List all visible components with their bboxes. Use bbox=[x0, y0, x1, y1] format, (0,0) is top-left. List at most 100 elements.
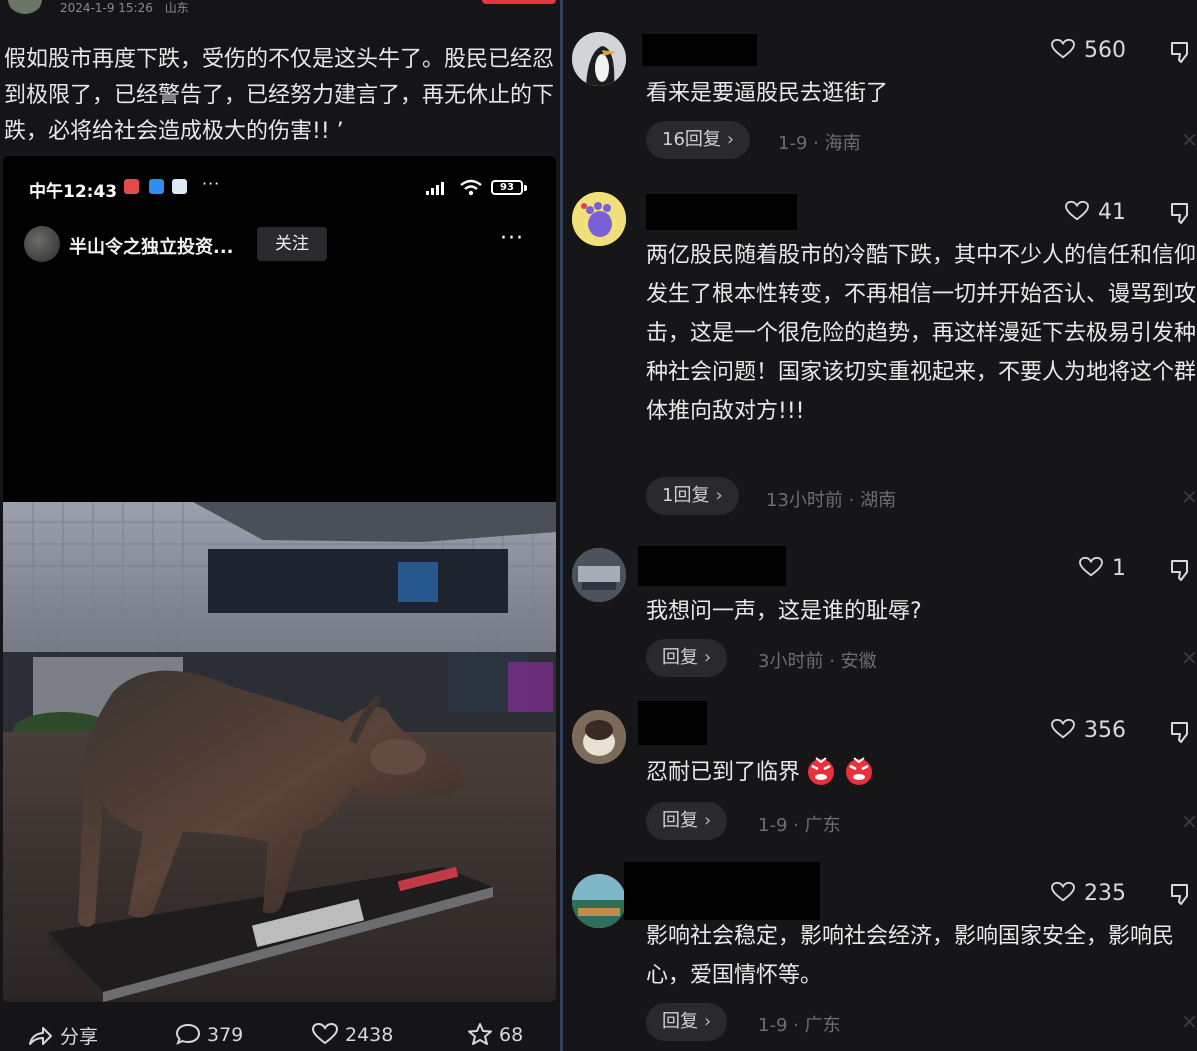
comment-like-button[interactable]: 41 bbox=[1064, 200, 1126, 225]
close-icon[interactable]: ✕ bbox=[1181, 646, 1197, 670]
heart-icon bbox=[311, 1022, 339, 1045]
comment-meta: 3小时前 · 安徽 bbox=[758, 647, 877, 673]
dislike-icon[interactable] bbox=[1169, 40, 1195, 64]
share-label: 分享 bbox=[60, 1026, 99, 1048]
redacted-username bbox=[642, 34, 757, 66]
heart-icon bbox=[1051, 38, 1075, 59]
light-app-icon bbox=[172, 179, 187, 194]
reply-button[interactable]: 1回复 › bbox=[646, 477, 739, 515]
close-icon[interactable]: ✕ bbox=[1181, 128, 1197, 152]
chevron-right-icon: › bbox=[726, 129, 735, 150]
comment-like-count: 356 bbox=[1084, 718, 1126, 743]
follow-author-button[interactable] bbox=[482, 0, 556, 4]
more-options-icon[interactable]: ··· bbox=[500, 226, 524, 251]
comment-text: 忍耐已到了临界 bbox=[646, 753, 1197, 792]
redacted-username bbox=[624, 862, 820, 920]
comments-pane: 560 看来是要逼股民去逛街了 16回复 › 1-9 · 海南 ✕ 41 两亿股民… bbox=[563, 0, 1197, 1051]
comment-like-button[interactable]: 356 bbox=[1050, 718, 1126, 743]
comment-location: 安徽 bbox=[840, 651, 877, 672]
favorite-button[interactable]: 68 bbox=[467, 1022, 523, 1046]
commenter-avatar[interactable] bbox=[572, 32, 626, 86]
share-icon bbox=[29, 1027, 52, 1045]
reply-button[interactable]: 回复 › bbox=[646, 802, 728, 840]
chevron-right-icon: › bbox=[704, 647, 712, 668]
dislike-icon[interactable] bbox=[1169, 558, 1195, 582]
meta-separator: · bbox=[848, 490, 855, 511]
comment-location: 湖南 bbox=[860, 490, 897, 511]
close-icon[interactable]: ✕ bbox=[1181, 485, 1197, 509]
embedded-screenshot[interactable]: 中午12:43 ··· 93 半山令之独立投资... 关注 ··· bbox=[3, 156, 556, 1002]
like-button[interactable]: 2438 bbox=[311, 1022, 393, 1046]
comment-like-count: 560 bbox=[1084, 38, 1126, 63]
comment-meta: 13小时前 · 湖南 bbox=[766, 486, 896, 512]
close-icon[interactable]: ✕ bbox=[1181, 1010, 1197, 1034]
battery-icon: 93 bbox=[491, 180, 523, 195]
author-avatar[interactable] bbox=[8, 0, 42, 14]
post-location: 山东 bbox=[164, 1, 189, 15]
comment-button[interactable]: 379 bbox=[175, 1022, 243, 1046]
post-pane: 2024-1-9 15:26 山东 假如股市再度下跌，受伤的不仅是这头牛了。股民… bbox=[0, 0, 560, 1051]
commenter-avatar[interactable] bbox=[572, 192, 626, 246]
post-header: 2024-1-9 15:26 山东 bbox=[0, 0, 560, 16]
reply-label: 16回复 bbox=[662, 129, 721, 150]
meta-separator: · bbox=[829, 651, 835, 672]
comment-text-content: 忍耐已到了临界 bbox=[646, 760, 801, 785]
comment-count: 379 bbox=[207, 1024, 244, 1046]
reply-button[interactable]: 16回复 › bbox=[646, 121, 751, 159]
comment-like-button[interactable]: 560 bbox=[1050, 38, 1126, 63]
angry-emoji-icon bbox=[808, 757, 835, 785]
reply-label: 回复 bbox=[662, 647, 698, 668]
commenter-avatar[interactable] bbox=[572, 710, 626, 764]
comment-meta: 1-9 · 广东 bbox=[758, 1011, 841, 1037]
account-name[interactable]: 半山令之独立投资... bbox=[69, 233, 234, 259]
battery-tip bbox=[524, 185, 527, 191]
status-time: 中午12:43 bbox=[29, 182, 118, 202]
reply-label: 回复 bbox=[662, 810, 698, 831]
reply-button[interactable]: 回复 › bbox=[646, 639, 728, 677]
comment-date: 1-9 bbox=[778, 133, 808, 154]
comment-like-count: 41 bbox=[1098, 200, 1126, 225]
follow-button[interactable]: 关注 bbox=[257, 227, 327, 261]
dislike-icon[interactable] bbox=[1169, 720, 1195, 744]
status-more-icon: ··· bbox=[202, 174, 221, 193]
share-button[interactable]: 分享 bbox=[26, 1022, 98, 1049]
close-icon[interactable]: ✕ bbox=[1181, 810, 1197, 834]
post-date: 2024-1-9 15:26 bbox=[60, 1, 153, 15]
wifi-icon bbox=[460, 179, 482, 196]
comment-like-button[interactable]: 1 bbox=[1078, 556, 1126, 581]
redacted-username bbox=[638, 701, 707, 745]
comment-location: 广东 bbox=[804, 1015, 841, 1036]
post-body: 假如股市再度下跌，受伤的不仅是这头牛了。股民已经忍到极限了，已经警告了，已经努力… bbox=[4, 47, 555, 144]
bull-statue-photo bbox=[3, 502, 556, 1002]
comment-like-count: 235 bbox=[1084, 881, 1126, 906]
comment-text: 我想问一声，这是谁的耻辱? bbox=[646, 599, 922, 624]
dislike-icon[interactable] bbox=[1169, 201, 1195, 225]
heart-icon bbox=[1051, 718, 1075, 739]
commenter-avatar[interactable] bbox=[572, 548, 626, 602]
redacted-username bbox=[646, 194, 797, 230]
chevron-right-icon: › bbox=[704, 810, 712, 831]
comment-like-button[interactable]: 235 bbox=[1050, 881, 1126, 906]
account-avatar[interactable] bbox=[24, 226, 60, 262]
comment-location: 海南 bbox=[824, 133, 861, 154]
comment-icon bbox=[175, 1023, 201, 1045]
like-count: 2438 bbox=[345, 1024, 394, 1046]
comment-text: 两亿股民随着股市的冷酷下跌，其中不少人的信任和信仰发生了根本性转变，不再相信一切… bbox=[646, 243, 1197, 424]
angry-emoji-icon bbox=[846, 757, 873, 785]
post-meta: 2024-1-9 15:26 山东 bbox=[60, 0, 189, 16]
meta-separator: · bbox=[813, 133, 819, 154]
comment-date: 13小时前 bbox=[766, 490, 843, 511]
dislike-icon[interactable] bbox=[1169, 882, 1195, 906]
reply-button[interactable]: 回复 › bbox=[646, 1003, 728, 1041]
heart-icon bbox=[1051, 881, 1075, 902]
comment-text: 看来是要逼股民去逛街了 bbox=[646, 81, 889, 106]
comment-meta: 1-9 · 海南 bbox=[778, 129, 861, 155]
favorite-count: 68 bbox=[499, 1024, 524, 1046]
meta-separator: · bbox=[793, 815, 799, 836]
reply-label: 回复 bbox=[662, 1011, 698, 1032]
comment-text: 影响社会稳定，影响社会经济，影响国家安全，影响民心，爱国情怀等。 bbox=[646, 924, 1175, 988]
commenter-avatar[interactable] bbox=[572, 874, 626, 928]
comment-date: 3小时前 bbox=[758, 651, 824, 672]
reply-label: 1回复 bbox=[662, 485, 710, 506]
meta-separator: · bbox=[793, 1015, 799, 1036]
